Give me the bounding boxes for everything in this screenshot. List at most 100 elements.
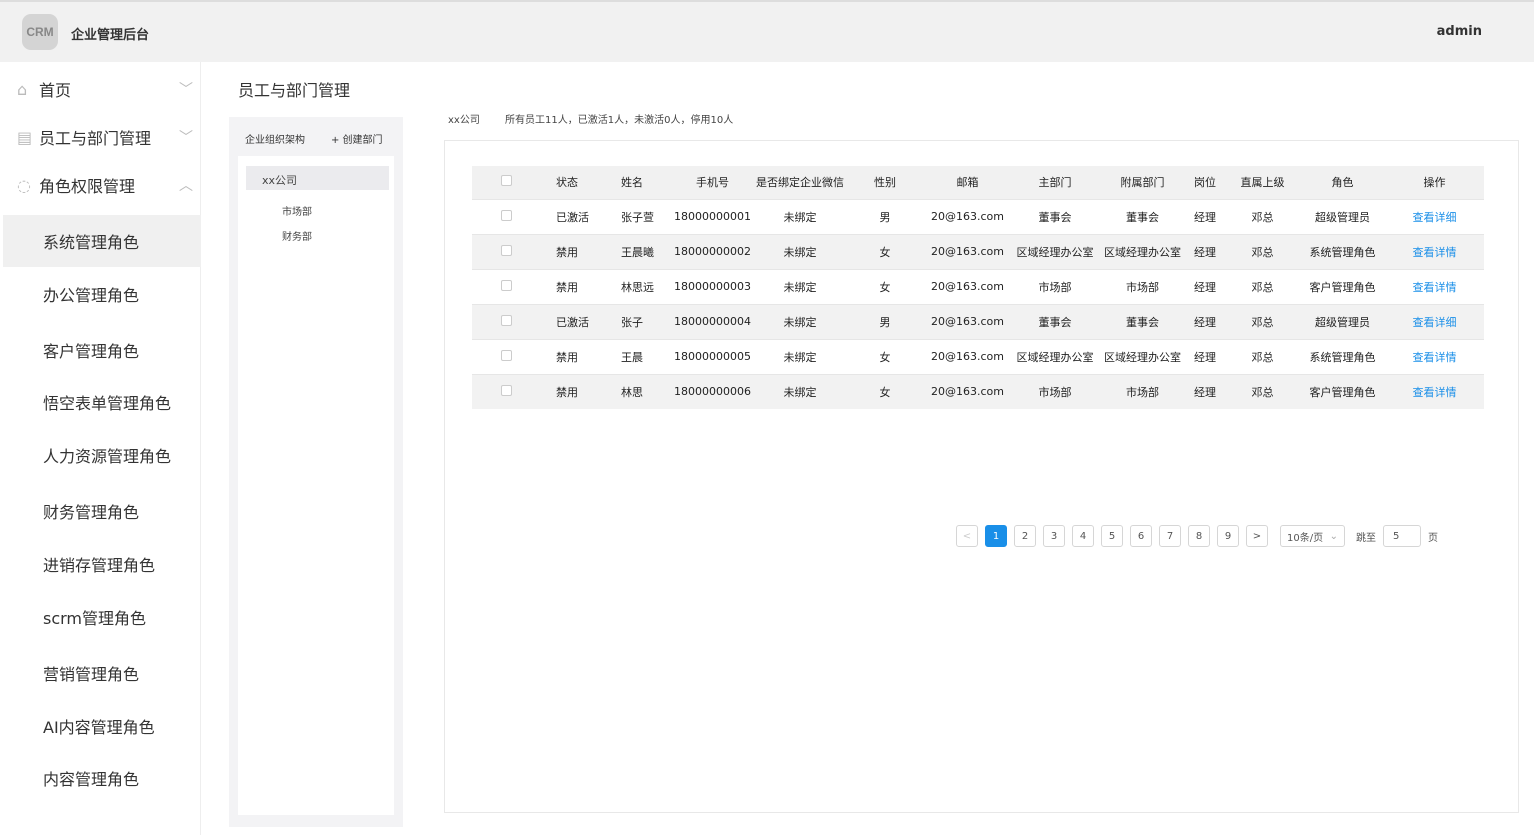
table-cell: 20@163.com <box>925 268 1010 304</box>
sidebar-item-label: 首页 <box>39 81 72 100</box>
table-cell: 超级管理员 <box>1300 303 1385 339</box>
table-cell: 王晨 <box>605 338 670 374</box>
clipboard-icon: ▤ <box>17 127 33 147</box>
page-suffix: 页 <box>1428 532 1438 544</box>
page-button-7[interactable]: 7 <box>1159 525 1181 547</box>
jump-page-input[interactable]: 5 <box>1383 525 1421 547</box>
select-all-checkbox[interactable] <box>500 175 512 187</box>
page-size-select[interactable]: 10条/页 ⌄ <box>1280 525 1345 547</box>
table-cell: 18000000003 <box>670 268 755 304</box>
page-button-8[interactable]: 8 <box>1188 525 1210 547</box>
org-tree: xx公司 市场部 财务部 <box>238 156 394 815</box>
table-cell: 客户管理角色 <box>1300 268 1385 304</box>
page-button-6[interactable]: 6 <box>1130 525 1152 547</box>
table-cell: 区域经理办公室 <box>1010 233 1100 269</box>
page-title: 员工与部门管理 <box>238 81 351 100</box>
page-button-1[interactable]: 1 <box>985 525 1007 547</box>
table-cell: 20@163.com <box>925 338 1010 374</box>
tree-node[interactable]: 市场部 <box>282 203 312 218</box>
table-row: 禁用 王晨曦 18000000002 未绑定女 20@163.com 区域经理办公室 区域经… <box>472 233 1484 269</box>
sidebar-subitem[interactable]: 营销管理角色 <box>3 647 201 699</box>
row-checkbox[interactable] <box>500 349 512 361</box>
table-cell: 经理 <box>1185 198 1225 234</box>
sidebar-subitem[interactable]: 系统管理角色 <box>3 215 201 267</box>
top-header: CRM 企业管理后台 admin <box>0 0 1534 62</box>
row-select-cell[interactable] <box>472 303 540 339</box>
page-button-4[interactable]: 4 <box>1072 525 1094 547</box>
table-cell: 王晨曦 <box>605 233 670 269</box>
table-cell: 董事会 <box>1010 303 1100 339</box>
row-checkbox[interactable] <box>500 209 512 221</box>
view-details-link[interactable]: 查看详情 <box>1413 281 1457 294</box>
table-cell: 禁用 <box>540 338 605 374</box>
column-header: 性别 <box>845 166 925 199</box>
sidebar-subitem[interactable]: 客户管理角色 <box>3 324 201 376</box>
table-cell: 20@163.com <box>925 373 1010 409</box>
row-select-cell[interactable] <box>472 233 540 269</box>
table-row: 禁用 王晨 18000000005 未绑定女 20@163.com 区域经理办公室 区域经理… <box>472 338 1484 374</box>
table-cell: 女 <box>845 268 925 304</box>
row-select-cell[interactable] <box>472 373 540 409</box>
column-header: 姓名 <box>605 166 670 199</box>
row-checkbox[interactable] <box>500 314 512 326</box>
view-details-link[interactable]: 查看详细 <box>1413 316 1457 329</box>
table-cell: 系统管理角色 <box>1300 233 1385 269</box>
sidebar-subitem[interactable]: AI内容管理角色 <box>3 700 201 752</box>
column-header: 操作 <box>1385 166 1484 199</box>
row-select-cell[interactable] <box>472 198 540 234</box>
table-row: 禁用 林思远 18000000003 未绑定女 20@163.com 市场部 市场部 经理 邓总… <box>472 268 1484 304</box>
page-button-3[interactable]: 3 <box>1043 525 1065 547</box>
page-button-9[interactable]: 9 <box>1217 525 1239 547</box>
sidebar-subitem[interactable]: 内容管理角色 <box>3 752 201 804</box>
chevron-down-icon: ﹀ <box>179 130 193 146</box>
jump-label: 跳至 <box>1356 532 1376 544</box>
table-cell: 邓总 <box>1225 198 1300 234</box>
page-button-2[interactable]: 2 <box>1014 525 1036 547</box>
user-name[interactable]: admin <box>1437 24 1482 39</box>
sidebar-subitem[interactable]: 财务管理角色 <box>3 485 201 537</box>
row-select-cell[interactable] <box>472 268 540 304</box>
pagination: <1 2 3 4 5 6 7 8 9 >10条/页 ⌄ 跳至 5 页 <box>956 525 1438 547</box>
table-cell: 董事会 <box>1010 198 1100 234</box>
create-department-button[interactable]: + 创建部门 <box>331 131 383 146</box>
table-cell: 禁用 <box>540 233 605 269</box>
column-header: 岗位 <box>1185 166 1225 199</box>
page-button-5[interactable]: 5 <box>1101 525 1123 547</box>
sidebar-subitem[interactable]: 进销存管理角色 <box>3 538 201 590</box>
sidebar-item-staff[interactable]: ▤ 员工与部门管理 ﹀ <box>3 113 201 161</box>
row-select-cell[interactable] <box>472 338 540 374</box>
sidebar-subitem[interactable]: scrm管理角色 <box>3 591 201 643</box>
sidebar-subitem[interactable]: 悟空表单管理角色 <box>3 376 201 428</box>
sidebar-item-home[interactable]: ⌂ 首页 ﹀ <box>3 65 201 113</box>
table-cell: 男 <box>845 303 925 339</box>
row-checkbox[interactable] <box>500 244 512 256</box>
table-cell: 经理 <box>1185 338 1225 374</box>
view-details-link[interactable]: 查看详细 <box>1413 211 1457 224</box>
table-cell: 18000000006 <box>670 373 755 409</box>
table-cell: 女 <box>845 338 925 374</box>
sidebar-item-roles[interactable]: ◌ 角色权限管理 ︿ <box>3 161 201 209</box>
prev-page-button[interactable]: < <box>956 525 978 547</box>
cell-action: 查看详情 <box>1385 268 1484 304</box>
tree-node-root[interactable]: xx公司 <box>246 166 389 190</box>
table-cell: 市场部 <box>1010 373 1100 409</box>
tree-node[interactable]: 财务部 <box>282 228 312 243</box>
row-checkbox[interactable] <box>500 279 512 291</box>
view-details-link[interactable]: 查看详情 <box>1413 246 1457 259</box>
next-page-button[interactable]: > <box>1246 525 1268 547</box>
chevron-down-icon: ⌄ <box>1329 530 1338 542</box>
table-cell: 区域经理办公室 <box>1100 233 1185 269</box>
table-cell: 超级管理员 <box>1300 198 1385 234</box>
row-checkbox[interactable] <box>500 384 512 396</box>
page-size-value: 10条/页 <box>1287 532 1324 544</box>
table-cell: 女 <box>845 373 925 409</box>
view-details-link[interactable]: 查看详情 <box>1413 386 1457 399</box>
table-cell: 邓总 <box>1225 373 1300 409</box>
select-all-cell[interactable] <box>472 166 540 199</box>
table-cell: 市场部 <box>1100 373 1185 409</box>
sidebar-subitem[interactable]: 办公管理角色 <box>3 268 201 320</box>
view-details-link[interactable]: 查看详情 <box>1413 351 1457 364</box>
sidebar-subitem[interactable]: 人力资源管理角色 <box>3 429 201 481</box>
cell-action: 查看详情 <box>1385 338 1484 374</box>
employee-table: 状态 姓名 手机号 是否绑定企业微信 性别 邮箱 主部门 附属部门 岗位 直属上级 角色 操作 已激活… <box>472 166 1484 409</box>
